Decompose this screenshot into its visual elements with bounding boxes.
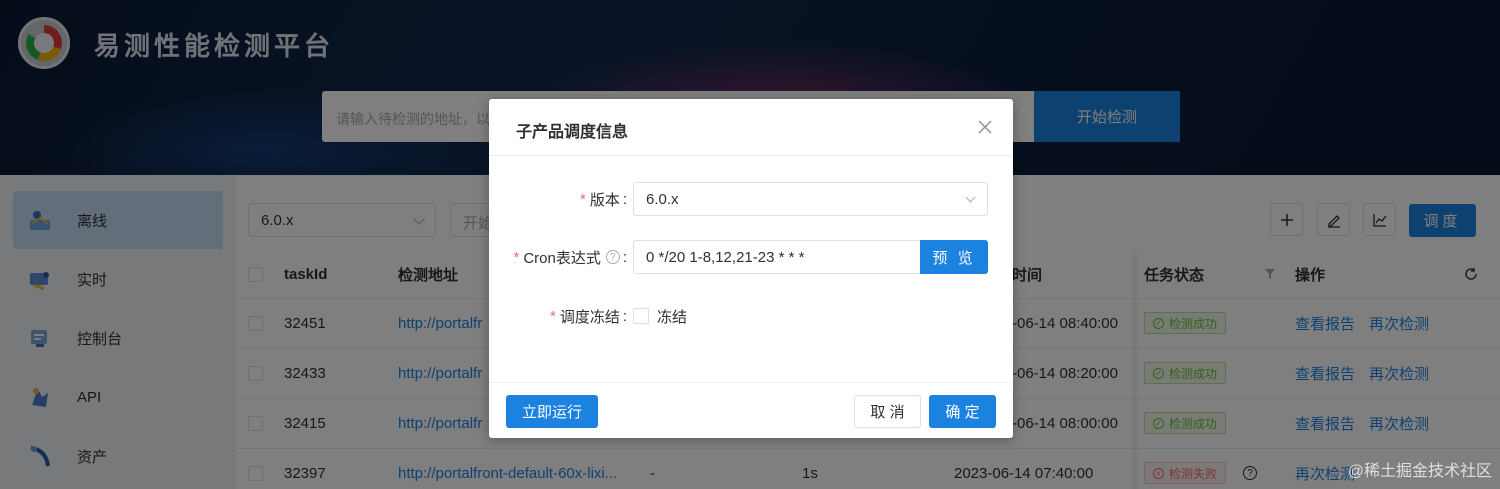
cron-label: * Cron表达式?:: [513, 248, 627, 267]
cron-form-row: * Cron表达式?: 0 */20 1-8,12,21-23 * * * 预 览: [489, 240, 1013, 274]
dialog-version-value: 6.0.x: [646, 191, 679, 208]
preview-button[interactable]: 预 览: [920, 240, 988, 274]
cancel-button[interactable]: 取 消: [854, 395, 921, 428]
freeze-label: * 调度冻结:: [549, 307, 627, 326]
dialog-version-select[interactable]: 6.0.x: [633, 182, 988, 216]
dialog-footer: 立即运行 取 消 确 定: [489, 382, 1013, 438]
chevron-down-icon: [965, 192, 976, 203]
version-label: * 版本:: [579, 190, 627, 209]
dialog-title: 子产品调度信息: [516, 124, 629, 141]
confirm-button[interactable]: 确 定: [929, 395, 996, 428]
freeze-form-row: * 调度冻结: 冻结: [489, 299, 1013, 333]
version-form-row: * 版本: 6.0.x: [489, 182, 1013, 216]
run-now-button[interactable]: 立即运行: [506, 395, 598, 428]
watermark: @稀土掘金技术社区: [1347, 463, 1492, 480]
freeze-checkbox[interactable]: [633, 308, 649, 324]
question-icon[interactable]: ?: [605, 250, 620, 264]
freeze-checkbox-label[interactable]: 冻结: [657, 299, 687, 333]
schedule-dialog: 子产品调度信息 * 版本: 6.0.x * Cron表达式?: 0 */20 1-8…: [489, 99, 1013, 438]
dialog-header: 子产品调度信息: [489, 99, 1013, 156]
cron-expression-input[interactable]: 0 */20 1-8,12,21-23 * * *: [633, 240, 921, 274]
close-icon[interactable]: [975, 117, 995, 137]
